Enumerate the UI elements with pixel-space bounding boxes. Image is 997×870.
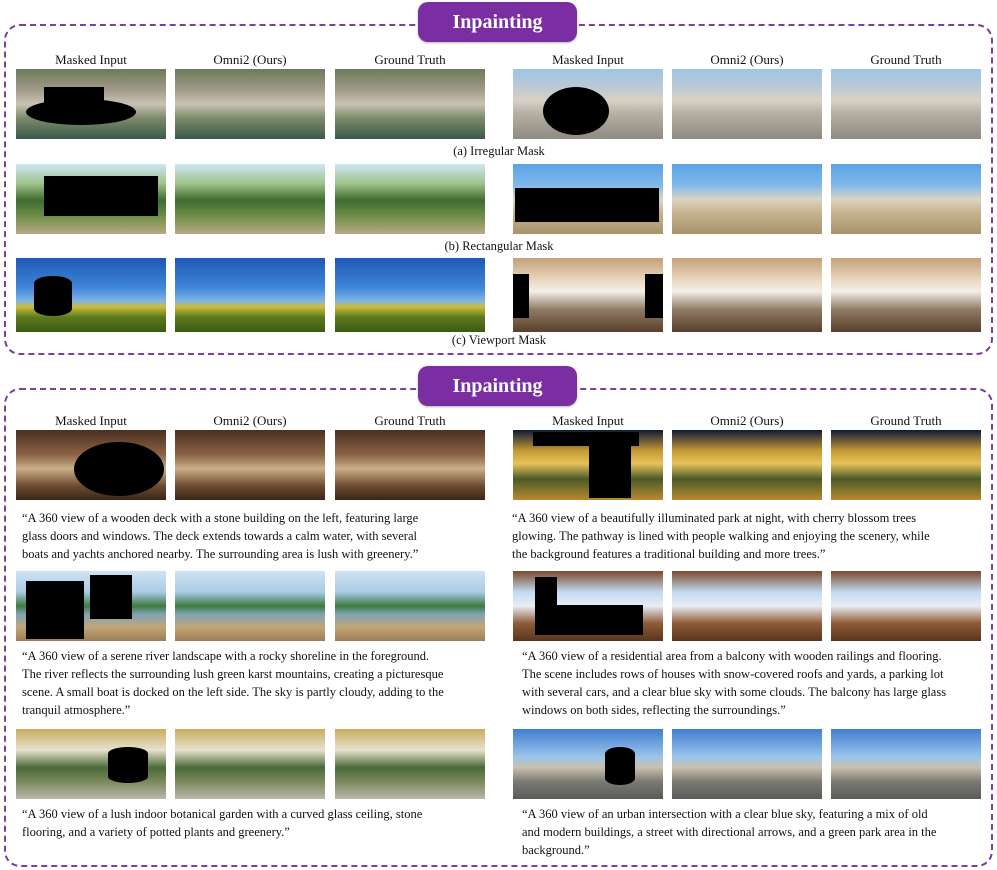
col-header: Ground Truth xyxy=(870,413,942,428)
panorama-image xyxy=(831,729,981,799)
panorama-image xyxy=(831,164,981,234)
prompt-text: “A 360 view of a beautifully illuminated… xyxy=(512,511,930,561)
panorama-image xyxy=(175,69,325,139)
prompt-text: “A 360 view of a lush indoor botanical g… xyxy=(22,807,423,839)
panorama-image xyxy=(175,571,325,641)
panorama-image xyxy=(175,729,325,799)
prompt-text: “A 360 view of a residential area from a… xyxy=(522,649,947,717)
prompt-text: “A 360 view of a serene river landscape … xyxy=(22,649,444,717)
col-header: Masked Input xyxy=(552,413,624,428)
caption-irregular: (a) Irregular Mask xyxy=(453,144,545,158)
col-header: Ground Truth xyxy=(374,413,446,428)
prompt-text: “A 360 view of an urban intersection wit… xyxy=(522,807,937,857)
panorama-image xyxy=(672,164,822,234)
panorama-image xyxy=(513,258,663,332)
panorama-image xyxy=(672,258,822,332)
panorama-image xyxy=(513,571,663,641)
panorama-image xyxy=(16,430,166,500)
panorama-image xyxy=(672,729,822,799)
panorama-image xyxy=(175,430,325,500)
panorama-image xyxy=(175,164,325,234)
col-header: Omni2 (Ours) xyxy=(710,413,784,428)
panorama-image xyxy=(16,69,166,139)
panorama-image xyxy=(175,258,325,332)
panorama-image xyxy=(335,571,485,641)
col-header: Omni2 (Ours) xyxy=(213,52,287,67)
panorama-image xyxy=(831,258,981,332)
panorama-image xyxy=(335,729,485,799)
panorama-image xyxy=(16,164,166,234)
panorama-image xyxy=(513,430,663,500)
caption-viewport: (c) Viewport Mask xyxy=(451,333,547,347)
col-header: Ground Truth xyxy=(870,52,942,67)
panorama-image xyxy=(16,571,166,641)
panorama-image xyxy=(16,729,166,799)
panorama-image xyxy=(335,258,485,332)
panorama-image xyxy=(513,729,663,799)
panorama-image xyxy=(16,258,166,332)
col-header: Ground Truth xyxy=(374,52,446,67)
panorama-image xyxy=(513,164,663,234)
col-header: Masked Input xyxy=(55,52,127,67)
panorama-image xyxy=(831,430,981,500)
panorama-image xyxy=(335,164,485,234)
panorama-image xyxy=(335,430,485,500)
col-header: Masked Input xyxy=(55,413,127,428)
col-header: Omni2 (Ours) xyxy=(710,52,784,67)
panorama-image xyxy=(672,571,822,641)
col-header: Omni2 (Ours) xyxy=(213,413,287,428)
panorama-image xyxy=(672,430,822,500)
bottom-banner: Inpainting xyxy=(418,366,577,406)
caption-rectangular: (b) Rectangular Mask xyxy=(444,239,554,253)
col-header: Masked Input xyxy=(552,52,624,67)
panorama-image xyxy=(513,69,663,139)
panorama-image xyxy=(672,69,822,139)
prompt-text: “A 360 view of a wooden deck with a ston… xyxy=(22,511,419,561)
panorama-image xyxy=(831,69,981,139)
panorama-image xyxy=(831,571,981,641)
panorama-image xyxy=(335,69,485,139)
top-banner: Inpainting xyxy=(418,2,577,42)
